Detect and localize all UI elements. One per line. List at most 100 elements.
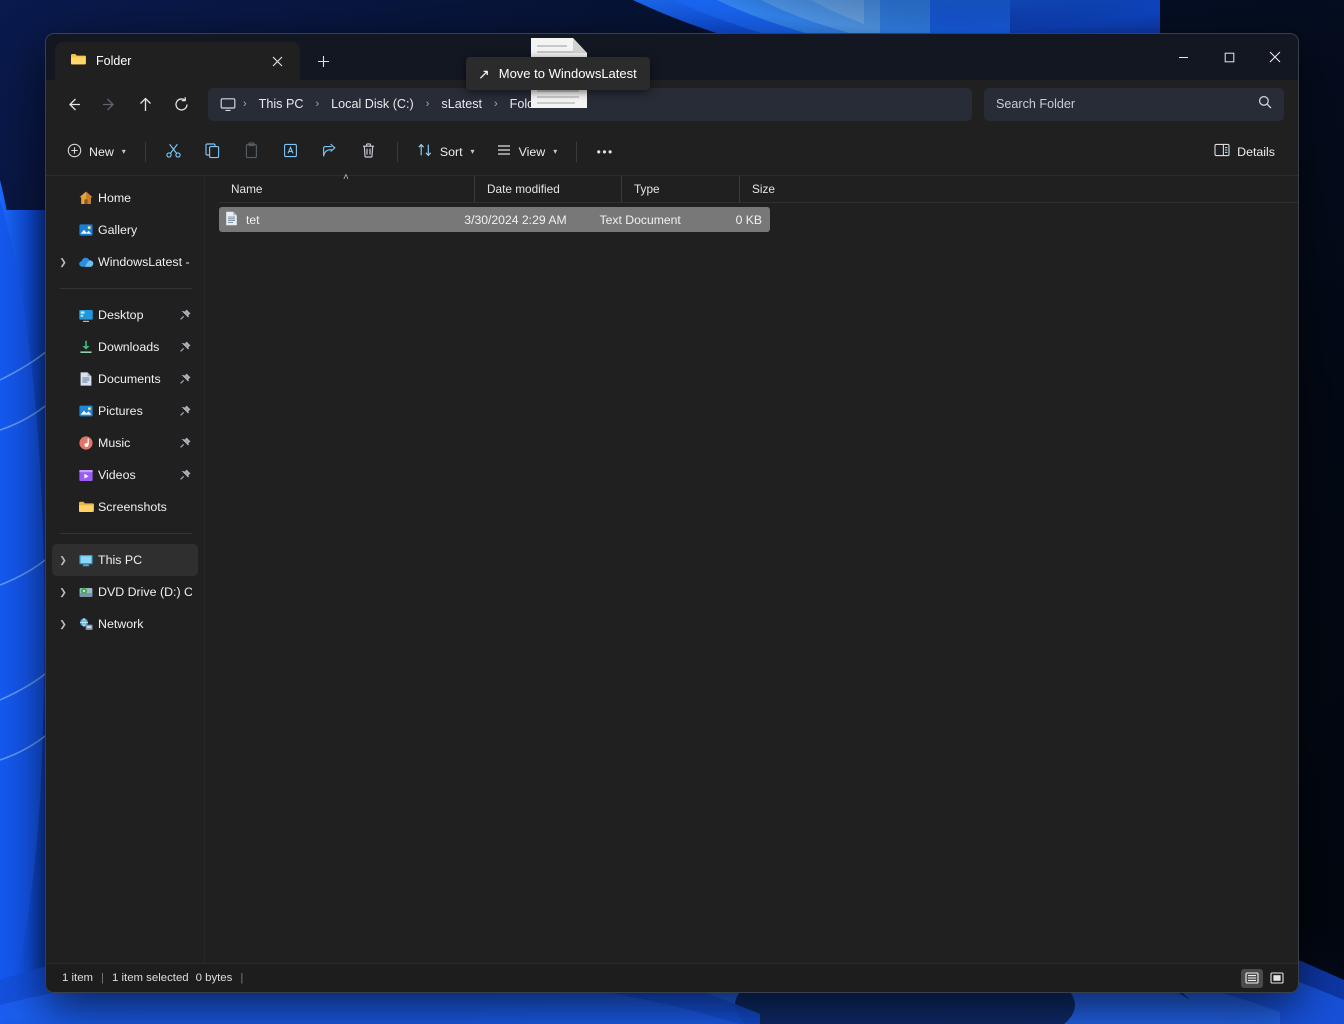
desktop-icon [74, 308, 98, 323]
column-label: Type [634, 182, 660, 196]
cut-button[interactable] [156, 136, 192, 168]
search-icon[interactable] [1258, 95, 1272, 114]
more-options-button[interactable]: ••• [587, 136, 623, 168]
drop-tooltip-text: Move to WindowsLatest [499, 66, 637, 81]
sort-button[interactable]: Sort ▾ [408, 136, 484, 168]
share-icon [321, 142, 338, 162]
breadcrumb-windowslatest[interactable]: sLatest [434, 94, 489, 114]
sidebar-label: Screenshots [98, 500, 192, 514]
sidebar-label: Music [98, 436, 178, 450]
table-row[interactable]: tet 3/30/2024 2:29 AM Text Document 0 KB [219, 207, 770, 232]
chevron-down-icon: ▾ [471, 147, 475, 156]
breadcrumb[interactable]: › This PC › Local Disk (C:) › sLatest › … [208, 88, 972, 121]
breadcrumb-separator: › [423, 98, 433, 110]
pin-icon[interactable] [178, 309, 192, 321]
expand-chevron-icon[interactable]: ❯ [52, 587, 74, 598]
column-header-date-modified[interactable]: Date modified [474, 176, 621, 202]
sort-ascending-icon: ˄ [343, 172, 349, 183]
cell-date-modified: 3/30/2024 2:29 AM [452, 213, 587, 227]
plus-circle-icon [67, 143, 82, 161]
network-icon [74, 617, 98, 632]
up-button[interactable] [128, 88, 162, 120]
details-view-icon[interactable] [1241, 969, 1263, 988]
expand-chevron-icon[interactable]: ❯ [52, 257, 74, 268]
search-input[interactable]: Search Folder [984, 88, 1284, 121]
column-label: Date modified [487, 182, 560, 196]
expand-chevron-icon: › [52, 225, 74, 235]
lines-icon [496, 142, 512, 161]
expand-chevron-icon: › [52, 374, 74, 384]
music-icon [74, 435, 98, 451]
paste-button[interactable] [234, 136, 270, 168]
folder-icon [74, 500, 98, 514]
column-label: Size [752, 182, 775, 196]
breadcrumb-local-disk[interactable]: Local Disk (C:) [324, 94, 421, 114]
delete-button[interactable] [351, 136, 387, 168]
status-separator: | [93, 972, 112, 984]
rename-button[interactable] [273, 136, 309, 168]
column-header-name[interactable]: Name ˄ [219, 176, 474, 202]
videos-icon [74, 468, 98, 483]
share-button[interactable] [312, 136, 348, 168]
copy-button[interactable] [195, 136, 231, 168]
maximize-icon[interactable] [1206, 34, 1252, 80]
expand-chevron-icon: › [52, 438, 74, 448]
sidebar-item-desktop[interactable]: › Desktop [52, 299, 198, 331]
sort-arrows-icon [417, 142, 433, 161]
refresh-button[interactable] [164, 88, 198, 120]
sidebar-label: Documents [98, 372, 178, 386]
details-pane-button[interactable]: Details [1205, 136, 1284, 168]
thispc-icon [74, 553, 98, 568]
expand-chevron-icon[interactable]: ❯ [52, 555, 74, 566]
sidebar-item-dvd-drive[interactable]: ❯ DVD Drive (D:) CCC [52, 576, 198, 608]
column-header-size[interactable]: Size [739, 176, 819, 202]
file-explorer-window: Folder [45, 33, 1299, 993]
breadcrumb-this-pc[interactable]: This PC [252, 94, 311, 114]
sidebar-item-onedrive[interactable]: ❯ WindowsLatest - Pe [52, 246, 198, 278]
expand-chevron-icon: › [52, 502, 74, 512]
onedrive-icon [74, 255, 98, 269]
divider [145, 142, 146, 162]
sidebar-item-network[interactable]: ❯ Network [52, 608, 198, 640]
paste-icon [243, 142, 260, 162]
sidebar-label: DVD Drive (D:) CCC [98, 585, 192, 599]
sort-label: Sort [440, 145, 463, 159]
chevron-down-icon: ▾ [122, 147, 126, 156]
copy-icon [204, 142, 221, 162]
sidebar-item-this-pc[interactable]: ❯ This PC [52, 544, 198, 576]
forward-button[interactable] [92, 88, 126, 120]
column-label: Name [231, 182, 262, 196]
tab-close-icon[interactable] [264, 48, 290, 74]
sidebar-item-documents[interactable]: › Documents [52, 363, 198, 395]
large-icons-view-icon[interactable] [1266, 969, 1288, 988]
sidebar-item-videos[interactable]: › Videos [52, 459, 198, 491]
sidebar-item-music[interactable]: › Music [52, 427, 198, 459]
pin-icon[interactable] [178, 469, 192, 481]
new-button[interactable]: New ▾ [58, 136, 135, 168]
close-icon[interactable] [1252, 34, 1298, 80]
sidebar-label: Downloads [98, 340, 178, 354]
expand-chevron-icon: › [52, 470, 74, 480]
pin-icon[interactable] [178, 373, 192, 385]
sidebar-item-screenshots[interactable]: › Screenshots [52, 491, 198, 523]
breadcrumb-separator: › [240, 98, 250, 110]
drop-target-tooltip: ↗ Move to WindowsLatest [466, 57, 650, 90]
pin-icon[interactable] [178, 341, 192, 353]
address-bar: › This PC › Local Disk (C:) › sLatest › … [46, 80, 1298, 128]
sidebar-item-gallery[interactable]: › Gallery [52, 214, 198, 246]
sidebar-label: Home [98, 191, 192, 205]
sidebar-item-pictures[interactable]: › Pictures [52, 395, 198, 427]
pin-icon[interactable] [178, 437, 192, 449]
tab-folder[interactable]: Folder [55, 42, 300, 80]
pin-icon[interactable] [178, 405, 192, 417]
column-headers: Name ˄ Date modified Type Size [219, 176, 1298, 203]
text-document-icon [225, 211, 238, 229]
column-header-type[interactable]: Type [621, 176, 739, 202]
back-button[interactable] [56, 88, 90, 120]
sidebar-item-home[interactable]: › Home [52, 182, 198, 214]
view-button[interactable]: View ▾ [487, 136, 567, 168]
minimize-icon[interactable] [1160, 34, 1206, 80]
expand-chevron-icon[interactable]: ❯ [52, 619, 74, 630]
sidebar-item-downloads[interactable]: › Downloads [52, 331, 198, 363]
new-tab-icon[interactable] [308, 46, 338, 76]
